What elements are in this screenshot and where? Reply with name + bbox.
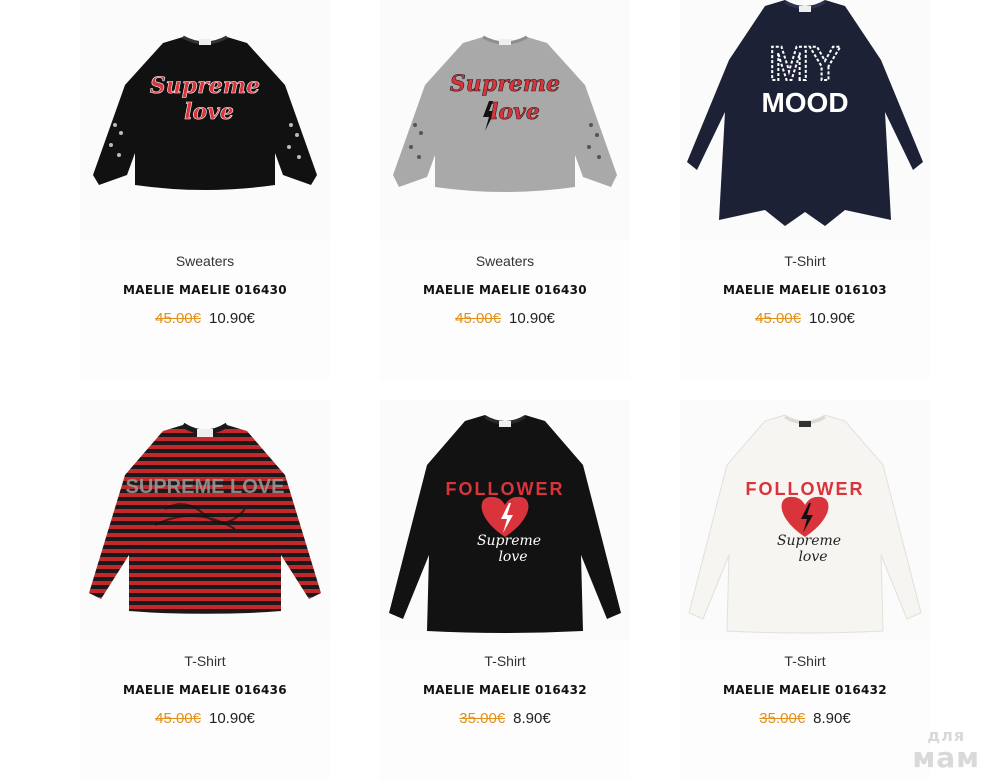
sale-price: 10.90€ xyxy=(509,310,555,327)
product-card[interactable]: MY MOOD T-Shirt MAELIE MAELIE 016103 45.… xyxy=(680,0,930,380)
product-name[interactable]: MAELIE MAELIE 016432 xyxy=(380,683,630,697)
svg-text:Supreme: Supreme xyxy=(150,73,260,99)
svg-text:SUPREME LOVE: SUPREME LOVE xyxy=(126,476,285,498)
sweater-grey-image: Supreme love xyxy=(393,35,617,192)
old-price: 45.00€ xyxy=(155,310,201,327)
svg-text:love: love xyxy=(184,99,234,125)
sale-price: 10.90€ xyxy=(809,310,855,327)
svg-text:love: love xyxy=(498,549,527,565)
product-grid: Supreme love Sweaters MAELIE MAELIE 0164… xyxy=(0,0,994,782)
product-info: Sweaters MAELIE MAELIE 016430 45.00€ 10.9… xyxy=(80,240,330,380)
watermark-line-2: мам xyxy=(912,741,980,774)
product-category[interactable]: Sweaters xyxy=(380,253,630,269)
product-price: 45.00€ 10.90€ xyxy=(380,310,630,327)
product-image[interactable]: FOLLOWER Supreme love xyxy=(380,400,630,640)
svg-text:Supreme: Supreme xyxy=(777,533,841,549)
sale-price: 8.90€ xyxy=(813,710,851,727)
product-name[interactable]: MAELIE MAELIE 016103 xyxy=(680,283,930,297)
product-name[interactable]: MAELIE MAELIE 016430 xyxy=(80,283,330,297)
tunic-navy-image: MY MOOD xyxy=(687,0,923,226)
product-category[interactable]: T-Shirt xyxy=(80,653,330,669)
old-price: 45.00€ xyxy=(155,710,201,727)
product-card[interactable]: FOLLOWER Supreme love T-Shirt MAELIE MAE… xyxy=(380,400,630,780)
product-card[interactable]: Supreme love Sweaters MAELIE MAELIE 0164… xyxy=(380,0,630,380)
product-image[interactable]: FOLLOWER Supreme love xyxy=(680,400,930,640)
product-image[interactable]: MY MOOD xyxy=(680,0,930,240)
product-category[interactable]: T-Shirt xyxy=(680,653,930,669)
product-image[interactable]: Supreme love xyxy=(380,0,630,240)
product-info: T-Shirt MAELIE MAELIE 016432 35.00€ 8.90€ xyxy=(380,640,630,780)
sale-price: 8.90€ xyxy=(513,710,551,727)
old-price: 35.00€ xyxy=(759,710,806,727)
product-card[interactable]: Supreme love Sweaters MAELIE MAELIE 0164… xyxy=(80,0,330,380)
product-name[interactable]: MAELIE MAELIE 016436 xyxy=(80,683,330,697)
product-card[interactable]: SUPREME LOVE T-Shirt MAELIE MAELIE 01643… xyxy=(80,400,330,780)
svg-text:love: love xyxy=(798,549,827,565)
sale-price: 10.90€ xyxy=(209,710,255,727)
product-info: T-Shirt MAELIE MAELIE 016432 35.00€ 8.90€ xyxy=(680,640,930,780)
svg-text:MY: MY xyxy=(769,38,841,91)
product-info: Sweaters MAELIE MAELIE 016430 45.00€ 10.9… xyxy=(380,240,630,380)
watermark: для мам xyxy=(912,728,980,772)
svg-text:Supreme: Supreme xyxy=(477,533,541,549)
product-info: T-Shirt MAELIE MAELIE 016436 45.00€ 10.90… xyxy=(80,640,330,780)
product-price: 45.00€ 10.90€ xyxy=(80,710,330,727)
sale-price: 10.90€ xyxy=(209,310,255,327)
long-tee-black-image: FOLLOWER Supreme love xyxy=(389,415,621,633)
product-price: 35.00€ 8.90€ xyxy=(680,710,930,727)
striped-tee-image: SUPREME LOVE xyxy=(89,422,321,614)
svg-text:FOLLOWER: FOLLOWER xyxy=(446,479,565,499)
old-price: 35.00€ xyxy=(459,710,506,727)
old-price: 45.00€ xyxy=(455,310,501,327)
product-image[interactable]: Supreme love xyxy=(80,0,330,240)
svg-text:MOOD: MOOD xyxy=(761,87,848,118)
product-price: 35.00€ 8.90€ xyxy=(380,710,630,727)
svg-text:FOLLOWER: FOLLOWER xyxy=(746,479,865,499)
product-card[interactable]: FOLLOWER Supreme love T-Shirt MAELIE MAE… xyxy=(680,400,930,780)
long-tee-white-image: FOLLOWER Supreme love xyxy=(688,414,922,634)
product-price: 45.00€ 10.90€ xyxy=(80,310,330,327)
product-name[interactable]: MAELIE MAELIE 016430 xyxy=(380,283,630,297)
product-image[interactable]: SUPREME LOVE xyxy=(80,400,330,640)
product-category[interactable]: T-Shirt xyxy=(380,653,630,669)
product-price: 45.00€ 10.90€ xyxy=(680,310,930,327)
svg-text:Supreme: Supreme xyxy=(450,71,560,97)
product-name[interactable]: MAELIE MAELIE 016432 xyxy=(680,683,930,697)
product-category[interactable]: T-Shirt xyxy=(680,253,930,269)
svg-text:love: love xyxy=(490,99,540,125)
product-category[interactable]: Sweaters xyxy=(80,253,330,269)
old-price: 45.00€ xyxy=(755,310,801,327)
product-info: T-Shirt MAELIE MAELIE 016103 45.00€ 10.90… xyxy=(680,240,930,380)
sweater-black-image: Supreme love xyxy=(93,35,317,190)
